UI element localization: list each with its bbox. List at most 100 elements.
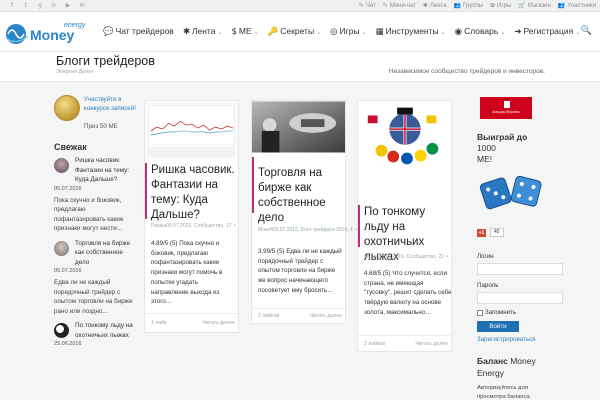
toplink-groups[interactable]: 👥 Группы [454, 2, 483, 10]
avatar [54, 323, 69, 338]
toplink-minichat[interactable]: ✎ Мини-чат [383, 2, 416, 10]
coin-icon [54, 95, 80, 121]
mail-icon[interactable]: ✉ [78, 2, 86, 10]
page-subtitle: Энергия Денег [56, 69, 94, 75]
accent-bar [145, 163, 147, 219]
cart-icon: 🛒 [518, 2, 526, 9]
divider [358, 335, 451, 336]
accent-bar [358, 205, 360, 247]
left-sidebar: Участвуйте в конкурсе записей! Приз 50 М… [54, 92, 136, 347]
toplink-members[interactable]: 👥 Участники [558, 2, 596, 10]
login-field[interactable] [477, 263, 563, 275]
post-meta: Мокей05.07.2016, Блог трейдера 2016, 4 ⚬ [258, 227, 359, 233]
sign-in-icon: ➜ [514, 27, 522, 37]
post-likes[interactable]: 2 лайков [258, 313, 279, 319]
nav-item-tools[interactable]: ▦ Инструменты ⌄ [376, 26, 446, 38]
post-thumbnail-photo[interactable] [252, 101, 345, 153]
logo[interactable]: Money energy [4, 16, 92, 48]
feed-title[interactable]: По тонкому льду на охотничьих лыжах [75, 321, 134, 340]
nav-item-register[interactable]: ➜ Регистрация ⌄ [514, 26, 580, 38]
remember-row: Запомнить [477, 309, 547, 316]
linkedin-icon[interactable]: in [50, 2, 58, 10]
post-title[interactable]: Торговля на бирже как собственное дело [258, 166, 346, 226]
login-label: Логин [477, 253, 494, 260]
read-more-link[interactable]: Читать далее [309, 313, 342, 319]
balance-note: Авторизуйтесь для просмотра баланса. [477, 385, 532, 400]
chevron-down-icon: ⌄ [500, 29, 506, 36]
toplink-feed[interactable]: ✱ Лента [423, 2, 447, 10]
avatar [54, 240, 69, 256]
feed-date: 05.07.2016 [54, 268, 82, 274]
post-likes[interactable]: 2 лайков [364, 341, 385, 347]
youtube-icon[interactable]: ▶ [64, 2, 72, 10]
feed-title[interactable]: Торговля на бирже как собственное дело [75, 239, 134, 268]
feed-title[interactable]: Ришка часовик. Фантазии на тему: Куда Да… [75, 156, 134, 185]
nav-item-secrets[interactable]: 🔑 Секреты ⌄ [268, 26, 321, 38]
list-item: Ришка часовик. Фантазии на тему: Куда Да… [54, 156, 134, 234]
dollar-icon: $ [231, 27, 237, 37]
asterisk-icon: ✱ [182, 27, 190, 37]
search-icon[interactable]: 🔍 [581, 26, 592, 36]
register-link[interactable]: Зарегистрироваться [477, 336, 547, 343]
remember-label: Запомнить [485, 309, 517, 316]
post-meta: Мухол25.06.2016, Сообщество, 22 ⚬ [364, 254, 450, 260]
flower-icon: ✿ [490, 2, 496, 9]
toplink-chat[interactable]: ✎ Чат [359, 2, 376, 10]
users-icon: 👥 [557, 2, 566, 9]
password-label: Пароль [477, 282, 499, 289]
chevron-down-icon: ⌄ [217, 29, 223, 36]
remember-checkbox[interactable] [477, 309, 483, 316]
google-plus-icon[interactable]: g [36, 2, 44, 10]
users-icon: 👥 [453, 2, 462, 9]
nav-item-dictionary[interactable]: ◉ Словарь ⌄ [455, 26, 506, 38]
post-likes[interactable]: 1 лайк [151, 320, 166, 326]
top-bar: f t g in ▶ ✉ ✎ Чат ✎ Мини-чат ✱ Лента 👥 Груп… [0, 0, 600, 12]
password-field[interactable] [477, 292, 563, 304]
divider [145, 313, 238, 314]
post-thumbnail-chart[interactable] [145, 101, 238, 161]
google-plus-button[interactable]: +1 [477, 228, 486, 237]
post-title[interactable]: Ришка часовик. Фантазии на тему: Куда Да… [151, 163, 239, 223]
post-meta: Ришка05.07.2016, Сообщество, 17 ⚬ [151, 223, 237, 229]
google-plus-widget[interactable]: +1 45 [477, 228, 547, 237]
toplink-shop[interactable]: 🛒 Магазин [518, 2, 551, 10]
nav-item-trader-chat[interactable]: 💬 Чат трейдеров [103, 26, 174, 38]
chevron-down-icon: ⌄ [253, 29, 259, 36]
post-card: Торговля на бирже как собственное дело М… [251, 100, 358, 324]
dice-icon[interactable] [477, 170, 547, 214]
google-plus-count: 45 [490, 228, 504, 237]
post-card: По тонкому льду на охотничьих лыжах Мухо… [357, 100, 452, 352]
post-excerpt: 4.68/5 (5) Что случится, если страна, не… [364, 270, 452, 316]
facebook-icon[interactable]: f [8, 2, 16, 10]
alfa-logo-icon [504, 101, 510, 108]
login-button[interactable]: Войти [477, 321, 519, 332]
feed-excerpt: Пока скучно и боковик, предлагаю пофанта… [54, 196, 124, 233]
chevron-down-icon: ⌄ [575, 29, 581, 36]
nav-item-me[interactable]: $ ME ⌄ [232, 26, 259, 38]
post-thumbnail-illustration[interactable] [358, 101, 451, 171]
social-links: f t g in ▶ ✉ [8, 2, 86, 10]
read-more-link[interactable]: Читать далее [415, 341, 448, 347]
feed-excerpt: Едва ли не каждый порядочный трейдер с о… [54, 279, 133, 315]
page-title: Блоги трейдеров [56, 54, 155, 68]
nav-menu: 💬 Чат трейдеров ✱ Лента ⌄ $ ME ⌄ 🔑 Секреты ⌄ ◎ И… [103, 26, 580, 38]
ad-banner[interactable]: Альфа-Форекс [480, 97, 532, 119]
chevron-down-icon: ⌄ [361, 29, 367, 36]
toplink-games[interactable]: ✿ Игры [490, 2, 511, 10]
key-icon: 🔑 [267, 27, 279, 37]
feed-date: 25.06.2016 [54, 341, 82, 347]
read-more-link[interactable]: Читать далее [202, 320, 235, 326]
page-tagline: Независимое сообщество трейдеров и инвес… [388, 68, 545, 75]
nav-item-games[interactable]: ◎ Игры ⌄ [330, 26, 367, 38]
list-item: По тонкому льду на охотничьих лыжах 25.0… [54, 321, 134, 347]
right-sidebar: Альфа-Форекс Выиграй до 1000 ME! +1 45 Л… [477, 92, 563, 400]
fresh-feed: Ришка часовик. Фантазии на тему: Куда Да… [54, 156, 134, 347]
contest-promo: Участвуйте в конкурсе записей! Приз 50 М… [54, 92, 136, 132]
pencil-icon: ✎ [358, 2, 364, 9]
main-nav: Money energy 💬 Чат трейдеров ✱ Лента ⌄ $ ME ⌄… [0, 12, 600, 52]
twitter-icon[interactable]: t [22, 2, 30, 10]
contest-link[interactable]: Участвуйте в конкурсе записей! [84, 95, 138, 113]
nav-item-feed[interactable]: ✱ Лента ⌄ [183, 26, 223, 38]
fresh-heading: Свежак [54, 142, 87, 152]
chevron-down-icon: ⌄ [316, 29, 322, 36]
